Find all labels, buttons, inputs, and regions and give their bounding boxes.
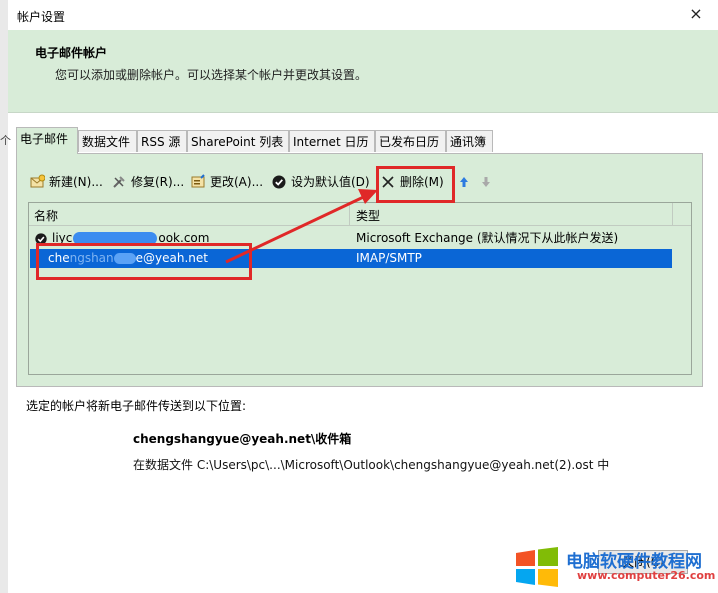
delivery-location-label: 选定的帐户将新电子邮件传送到以下位置:	[26, 399, 247, 413]
annotation-arrow	[225, 189, 378, 264]
windows-logo-icon	[516, 547, 558, 587]
delivery-account: chengshangyue@yeah.net\收件箱	[133, 432, 352, 446]
tab-email[interactable]: 电子邮件	[16, 127, 78, 154]
delivery-data-file-path: 在数据文件 C:\Users\pc\...\Microsoft\Outlook\…	[133, 458, 610, 472]
watermark-url: www.computer26.com	[577, 569, 716, 582]
